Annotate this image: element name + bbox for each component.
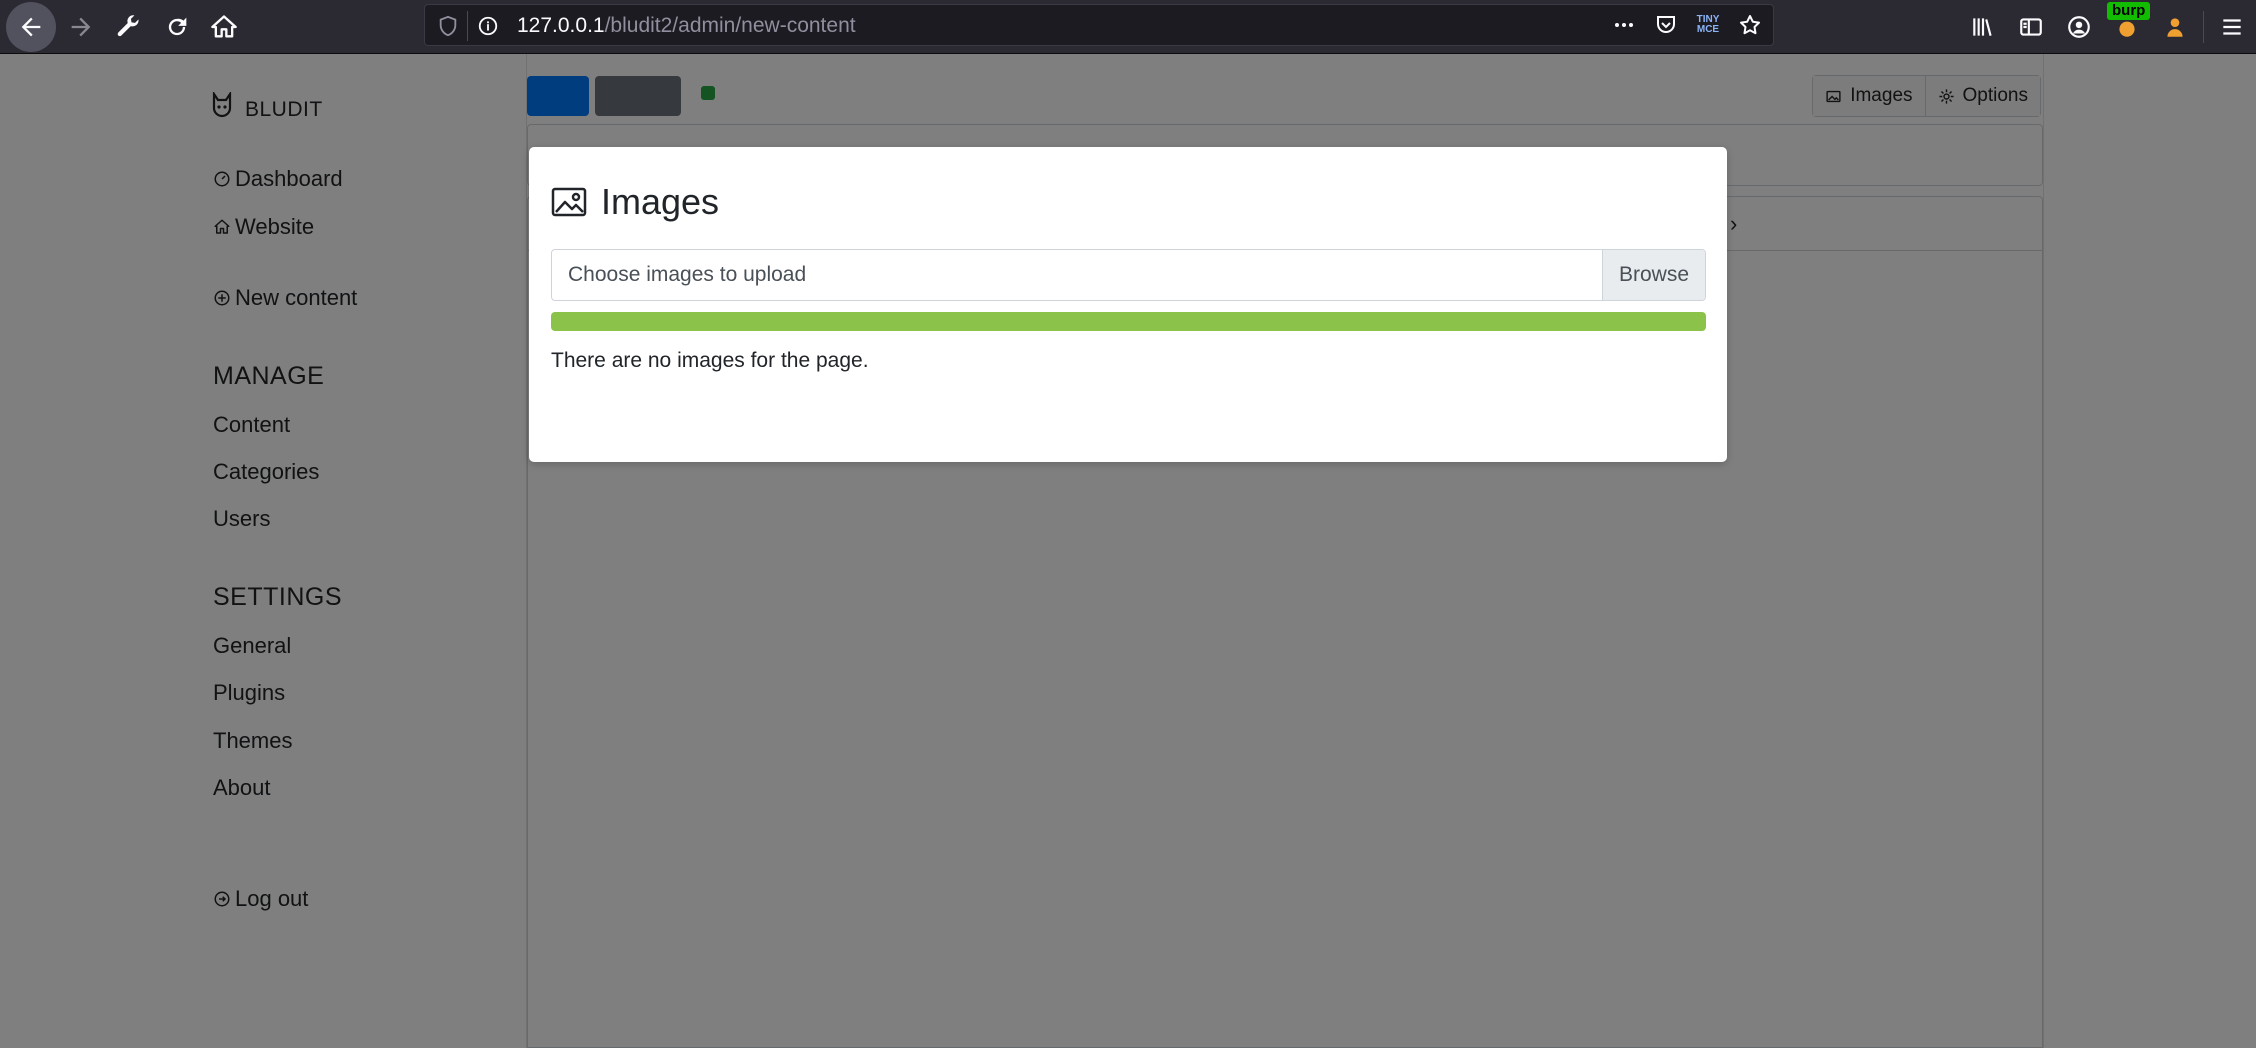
pocket-icon[interactable]	[1651, 10, 1681, 40]
url-separator	[467, 11, 468, 41]
burp-badge: burp	[2107, 2, 2151, 20]
library-button[interactable]	[1959, 6, 2007, 48]
reload-icon	[168, 17, 187, 36]
image-file-input[interactable]: Choose images to upload Browse	[551, 249, 1706, 301]
modal-title: Images	[601, 181, 720, 222]
wrench-icon	[117, 15, 139, 37]
tracking-protection-icon[interactable]	[435, 13, 461, 39]
hamburger-menu-icon	[2223, 19, 2241, 35]
site-info-icon[interactable]	[475, 13, 501, 39]
file-input-placeholder: Choose images to upload	[568, 263, 807, 286]
account-icon	[2068, 16, 2090, 38]
upload-progress-fill	[551, 312, 1706, 331]
burp-extension-button[interactable]: burp	[2103, 2, 2151, 48]
sidebar-toggle-button[interactable]	[2007, 6, 2055, 48]
modal-header: Images	[551, 181, 719, 223]
image-icon	[551, 187, 587, 217]
forward-button[interactable]	[56, 2, 106, 52]
menu-button[interactable]	[2208, 6, 2256, 48]
toolbar-separator	[2203, 11, 2204, 43]
address-bar[interactable]: 127.0.0.1/bludit2/admin/new-content TINY…	[424, 4, 1774, 46]
images-modal: Images Choose images to upload Browse Th…	[529, 147, 1727, 462]
url-path: /bludit2/admin/new-content	[604, 14, 856, 37]
url-host: 127.0.0.1	[517, 14, 605, 37]
upload-progress-bar	[551, 312, 1706, 331]
browse-button[interactable]: Browse	[1602, 250, 1705, 300]
page-actions-icon[interactable]	[1609, 10, 1639, 40]
home-icon	[211, 15, 237, 38]
reload-button[interactable]	[152, 2, 202, 52]
home-button[interactable]	[199, 2, 249, 52]
arrow-left-icon	[21, 17, 41, 37]
account-button[interactable]	[2055, 6, 2103, 48]
empty-images-message: There are no images for the page.	[551, 349, 869, 372]
modal-backdrop[interactable]: Images Choose images to upload Browse Th…	[0, 54, 2256, 1048]
tinymce-extension-icon[interactable]: TINY MCE	[1693, 10, 1723, 40]
sidebar-icon	[2020, 18, 2042, 36]
back-button[interactable]	[6, 2, 56, 52]
library-icon	[1973, 18, 1992, 36]
browser-toolbar: 127.0.0.1/bludit2/admin/new-content TINY…	[0, 0, 2256, 54]
extension-person-icon	[2167, 18, 2183, 37]
extension-button[interactable]	[2151, 6, 2199, 48]
url-text[interactable]: 127.0.0.1/bludit2/admin/new-content	[517, 14, 856, 38]
arrow-right-icon	[71, 17, 91, 37]
bookmark-star-icon[interactable]	[1735, 10, 1765, 40]
tools-button[interactable]	[103, 2, 153, 52]
